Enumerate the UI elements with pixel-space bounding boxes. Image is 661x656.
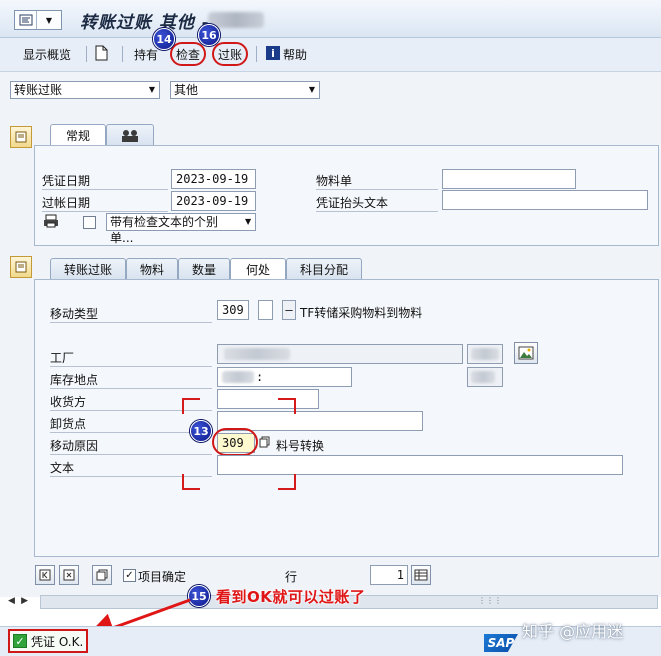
movement-reason-label: 移动原因	[50, 437, 212, 455]
redacted-plant	[224, 348, 290, 360]
help-button[interactable]: 帮助	[283, 46, 307, 63]
redacted-title	[208, 12, 264, 28]
unloading-point-label: 卸货点	[50, 415, 212, 433]
highlight-corner	[278, 474, 296, 490]
print-option-value: 带有检查文本的个别单...	[110, 215, 219, 245]
delete-icon	[63, 569, 75, 581]
annotation-note: 看到OK就可以过账了	[216, 588, 366, 606]
toolbar-separator	[122, 46, 123, 62]
highlight-corner	[182, 398, 200, 414]
tab-partners[interactable]	[106, 124, 154, 146]
material-slip-field[interactable]	[442, 169, 576, 189]
tab-material[interactable]: 物料	[126, 258, 178, 280]
doc-date-label: 凭证日期	[42, 172, 168, 190]
scroll-right-icon[interactable]: ▶	[21, 596, 28, 608]
header-text-label: 凭证抬头文本	[316, 194, 438, 212]
table-icon	[414, 569, 428, 581]
header-text-field[interactable]	[442, 190, 648, 210]
chevron-down-icon: ▼	[148, 85, 156, 94]
first-item-button[interactable]	[35, 565, 55, 585]
collapse-icon	[15, 131, 27, 143]
special-stock-field[interactable]	[258, 300, 273, 320]
transaction-select[interactable]: 转账过账 ▼	[10, 81, 160, 99]
hold-button[interactable]: 持有	[134, 46, 158, 63]
movement-type-field[interactable]: 309	[217, 300, 249, 320]
chevron-down-icon: ▼	[45, 15, 53, 25]
chevron-down-icon: ▼	[308, 85, 316, 94]
page-first-icon	[39, 569, 51, 581]
step-badge-16: 16	[198, 24, 220, 46]
tab-account-assignment[interactable]: 科目分配	[286, 258, 362, 280]
print-option-select[interactable]: 带有检查文本的个别单... ▼	[106, 213, 256, 245]
print-checkbox[interactable]	[83, 216, 96, 229]
transaction-select-value: 转账过账	[14, 83, 63, 97]
recipient-field[interactable]	[217, 389, 319, 409]
redacted-storage-code	[471, 371, 495, 383]
movement-indicator-field: –	[282, 300, 296, 320]
display-overview-button[interactable]: 显示概览	[23, 46, 71, 63]
redacted-storage-location	[222, 371, 254, 383]
scroll-arrows[interactable]: ◀ ▶	[8, 596, 28, 608]
item-ok-checkbox[interactable]: ✓	[123, 569, 136, 582]
step-badge-14: 14	[153, 28, 175, 50]
doc-date-field[interactable]: 2023-09-19	[171, 169, 256, 189]
highlight-corner	[182, 474, 200, 490]
movement-type-text: TF转储采购物料到物料	[300, 306, 423, 320]
material-slip-label: 物料单	[316, 172, 438, 190]
highlight-corner	[278, 398, 296, 414]
tab-where[interactable]: 何处	[230, 258, 286, 280]
storage-location-suffix: :	[256, 370, 264, 384]
posting-date-label: 过帐日期	[42, 194, 168, 212]
posting-date-field[interactable]: 2023-09-19	[171, 191, 256, 211]
redacted-plant-code	[471, 348, 499, 360]
movement-reason-text: 料号转换	[276, 439, 325, 453]
tab-transfer-posting[interactable]: 转账过账	[50, 258, 126, 280]
item-toggle-button[interactable]	[10, 256, 32, 278]
watermark: 知乎 @应用迷	[522, 622, 624, 641]
scroll-grip-icon: ⋮⋮⋮	[478, 596, 502, 605]
storage-location-label: 库存地点	[50, 371, 212, 389]
print-icon[interactable]	[43, 214, 59, 231]
item-ok-label: 项目确定	[138, 570, 187, 584]
toolbar-separator	[256, 46, 257, 62]
copy-item-button[interactable]	[92, 565, 112, 585]
item-text-field[interactable]	[217, 455, 623, 475]
system-menu-button[interactable]: ▼	[14, 10, 62, 30]
check-button[interactable]: 检查	[176, 46, 200, 63]
reason-highlight	[212, 428, 258, 456]
header-toggle-button[interactable]	[10, 126, 32, 148]
window-title: 转账过账 其他 -	[80, 13, 210, 33]
row-label: 行	[285, 570, 298, 584]
reference-select-value: 其他	[174, 83, 199, 97]
copy-icon[interactable]	[259, 436, 270, 448]
success-check-icon: ✓	[13, 634, 27, 648]
row-field[interactable]: 1	[370, 565, 408, 585]
scroll-left-icon[interactable]: ◀	[8, 596, 15, 608]
new-document-icon[interactable]	[95, 45, 108, 64]
people-icon	[122, 129, 138, 142]
reference-select[interactable]: 其他 ▼	[170, 81, 320, 99]
status-message[interactable]: ✓ 凭证 O.K.	[8, 629, 88, 653]
row-navigate-button[interactable]	[411, 565, 431, 585]
plant-label: 工厂	[50, 349, 212, 367]
mountain-picture-icon	[518, 346, 534, 360]
tab-general[interactable]: 常规	[50, 124, 106, 146]
collapse-icon	[15, 261, 27, 273]
step-badge-13: 13	[190, 420, 212, 442]
copy-icon	[96, 569, 108, 581]
movement-type-label: 移动类型	[50, 305, 212, 323]
menu-icon	[15, 11, 37, 29]
status-message-text: 凭证 O.K.	[31, 634, 84, 649]
help-icon[interactable]: i	[266, 46, 280, 60]
toolbar-separator	[86, 46, 87, 62]
delete-item-button[interactable]	[59, 565, 79, 585]
plant-lookup-button[interactable]	[514, 342, 538, 364]
post-button[interactable]: 过账	[218, 46, 242, 63]
chevron-down-icon: ▼	[244, 217, 252, 226]
tab-quantity[interactable]: 数量	[178, 258, 230, 280]
